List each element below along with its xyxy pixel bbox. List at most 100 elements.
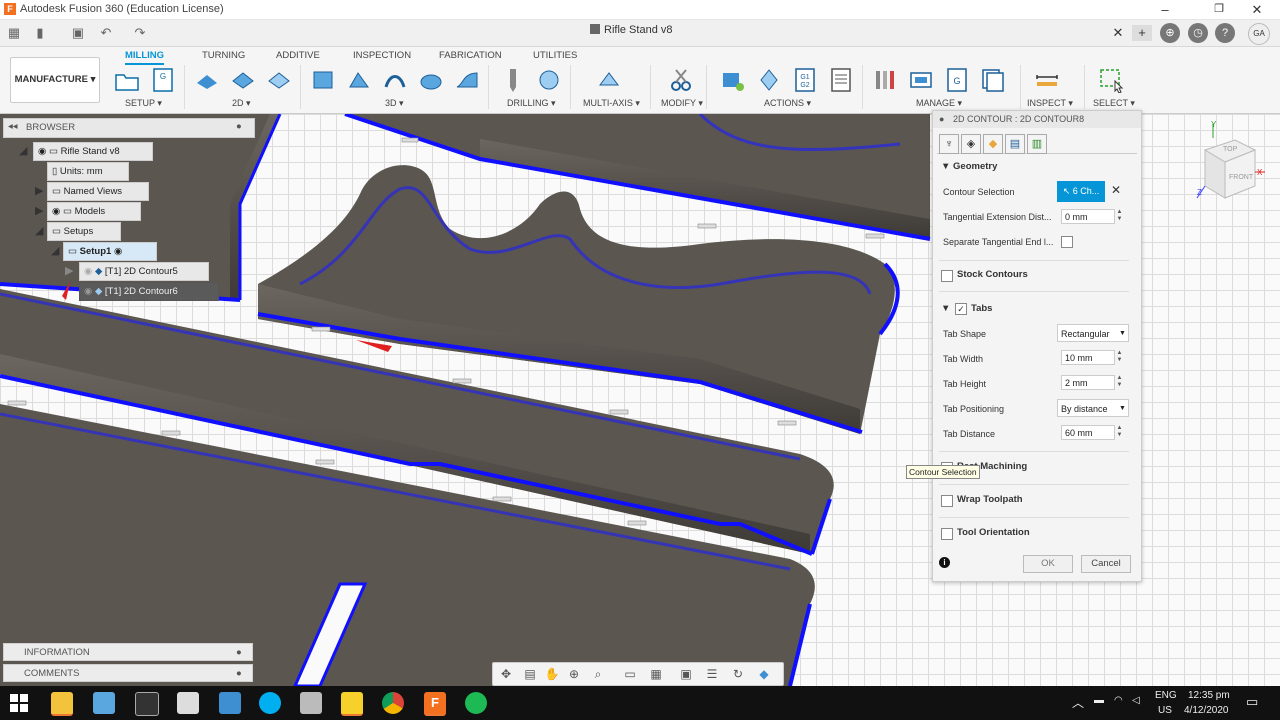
viewports-icon[interactable]: ▣	[677, 666, 695, 682]
terminal-icon[interactable]	[135, 692, 159, 716]
post-process-icon[interactable]: G1G2	[792, 67, 818, 93]
grid-menu-icon[interactable]: ▦	[6, 25, 22, 41]
document-tab[interactable]: Rifle Stand v8	[590, 24, 672, 36]
tabs-collapse-icon[interactable]: ▼	[941, 303, 950, 314]
wrap-toolpath-checkbox[interactable]	[941, 495, 953, 507]
browser-node-setups[interactable]: ▭ Setups	[47, 222, 121, 241]
expand-setup1-icon[interactable]: ◢	[51, 244, 59, 257]
language-code[interactable]: ENG	[1155, 690, 1177, 701]
contour-selection-button[interactable]: ↖ 6 Ch...	[1057, 181, 1105, 202]
language-region[interactable]: US	[1158, 705, 1172, 716]
save-icon[interactable]: ▣	[70, 25, 86, 41]
3d-scallop-icon[interactable]	[418, 67, 444, 93]
help-icon[interactable]: ?	[1215, 23, 1235, 43]
ok-button[interactable]: OK	[1023, 555, 1073, 573]
display-settings-icon[interactable]: ▭	[621, 666, 639, 682]
feedback-icon[interactable]	[177, 692, 199, 714]
modify-group-label[interactable]: MODIFY ▾	[661, 98, 703, 109]
modify-scissors-icon[interactable]	[668, 67, 694, 93]
tab-distance-stepper[interactable]: ▲ ▼	[1115, 425, 1124, 440]
file-icon[interactable]: ▮	[32, 25, 48, 41]
clock-time[interactable]: 12:35 pm	[1188, 690, 1230, 701]
clock-date[interactable]: 4/12/2020	[1184, 705, 1229, 716]
sticky-notes-icon[interactable]	[341, 692, 363, 716]
simulate-icon[interactable]	[720, 67, 746, 93]
stock-contours-checkbox[interactable]	[941, 270, 953, 282]
2d-adaptive-icon[interactable]	[194, 67, 220, 93]
tabs-checkbox[interactable]: ✓	[955, 303, 967, 315]
comments-panel[interactable]: COMMENTS ●	[3, 664, 253, 682]
setup-folder-icon[interactable]	[114, 67, 140, 93]
dialog-header[interactable]: ● 2D CONTOUR : 2D CONTOUR8	[933, 111, 1141, 128]
tangential-extension-stepper[interactable]: ▲ ▼	[1115, 209, 1124, 224]
remote-desktop-icon[interactable]	[219, 692, 241, 714]
notifications-icon[interactable]: ▭	[1246, 694, 1258, 710]
drill-icon[interactable]	[500, 67, 526, 93]
separate-tangential-checkbox[interactable]	[1061, 236, 1073, 248]
3d-pocket-icon[interactable]	[346, 67, 372, 93]
visibility-eye-icon[interactable]: ◉	[84, 266, 92, 277]
tab-additive[interactable]: ADDITIVE	[276, 50, 320, 61]
browser-options-icon[interactable]: ●	[236, 121, 242, 132]
nc-program-icon[interactable]: G	[150, 67, 176, 93]
tangential-extension-input[interactable]: 0 mm	[1061, 209, 1115, 224]
tab-milling[interactable]: MILLING	[125, 50, 165, 65]
zoom-icon[interactable]: ⊕	[565, 666, 583, 682]
tab-utilities[interactable]: UTILITIES	[533, 50, 577, 61]
viewcube-front[interactable]: FRONT	[1229, 174, 1253, 181]
pan-icon[interactable]: ✋	[543, 666, 561, 682]
select-group-label[interactable]: SELECT ▾	[1093, 98, 1135, 109]
tab-shape-select[interactable]: Rectangular ▼	[1057, 324, 1129, 342]
fit-icon[interactable]: ⌕	[589, 666, 607, 682]
section-analysis-icon[interactable]: ☰	[703, 666, 721, 682]
setup-sheet-icon[interactable]	[828, 67, 854, 93]
tab-width-input[interactable]: 10 mm	[1061, 350, 1115, 365]
template-library-icon[interactable]	[980, 67, 1006, 93]
volume-icon[interactable]: ◁	[1132, 695, 1140, 706]
manage-group-label[interactable]: MANAGE ▾	[916, 98, 962, 109]
tool-orientation-checkbox[interactable]	[941, 528, 953, 540]
tabs-section[interactable]: Tabs	[971, 303, 992, 314]
close-tab-button[interactable]: ✕	[1110, 25, 1126, 41]
browser-node-op2[interactable]: ◉ ◆ [T1] 2D Contour6	[79, 282, 219, 301]
chrome-icon[interactable]	[382, 692, 404, 714]
cancel-button[interactable]: Cancel	[1081, 555, 1131, 573]
setup-group-label[interactable]: SETUP ▾	[125, 98, 162, 109]
spotify-icon[interactable]	[465, 692, 487, 714]
tab-distance-input[interactable]: 60 mm	[1061, 425, 1115, 440]
browser-node-setup1[interactable]: ▭ Setup1 ◉	[63, 242, 157, 261]
grid-settings-icon[interactable]: ▦	[647, 666, 665, 682]
tray-chevron-icon[interactable]: ︿	[1072, 694, 1084, 711]
actions-group-label[interactable]: ACTIONS ▾	[764, 98, 811, 109]
2d-contour-icon[interactable]	[266, 67, 292, 93]
browser-node-units[interactable]: ▯ Units: mm	[47, 162, 129, 181]
extensions-icon[interactable]: ⊕	[1160, 23, 1180, 43]
viewcube-top[interactable]: TOP	[1223, 146, 1237, 153]
multi-axis-group-label[interactable]: MULTI-AXIS ▾	[583, 98, 640, 109]
new-tab-button[interactable]: +	[1132, 25, 1152, 41]
geometry-section[interactable]: ▼ Geometry	[941, 161, 997, 172]
tab-inspection[interactable]: INSPECTION	[353, 50, 411, 61]
information-options-icon[interactable]: ●	[236, 644, 242, 662]
wrap-toolpath-section[interactable]: Wrap Toolpath	[957, 494, 1023, 505]
viewcube[interactable]: TOP FRONT X Y Z	[1195, 120, 1265, 200]
drilling-group-label[interactable]: DRILLING ▾	[507, 98, 556, 109]
3d-contour-icon[interactable]	[454, 67, 480, 93]
expand-named-views-icon[interactable]: ▶	[35, 184, 43, 197]
printer-icon[interactable]	[300, 692, 322, 714]
tab-height-stepper[interactable]: ▲ ▼	[1115, 375, 1124, 390]
tab-width-stepper[interactable]: ▲ ▼	[1115, 350, 1124, 365]
visibility-eye-icon[interactable]: ◉	[84, 286, 92, 297]
tool-library-icon[interactable]	[872, 67, 898, 93]
browser-node-named-views[interactable]: ▭ Named Views	[47, 182, 149, 201]
visibility-eye-icon[interactable]: ◉	[52, 206, 60, 217]
file-explorer-icon[interactable]	[51, 692, 73, 716]
user-avatar[interactable]: GA	[1248, 23, 1270, 45]
geometry-tab-icon[interactable]: ◈	[961, 134, 981, 154]
object-visibility-icon[interactable]: ◆	[755, 666, 773, 682]
tab-fabrication[interactable]: FABRICATION	[439, 50, 502, 61]
2d-group-label[interactable]: 2D ▾	[232, 98, 251, 109]
tab-turning[interactable]: TURNING	[202, 50, 245, 61]
measure-icon[interactable]	[1034, 67, 1060, 93]
passes-tab-icon[interactable]: ▤	[1005, 134, 1025, 154]
